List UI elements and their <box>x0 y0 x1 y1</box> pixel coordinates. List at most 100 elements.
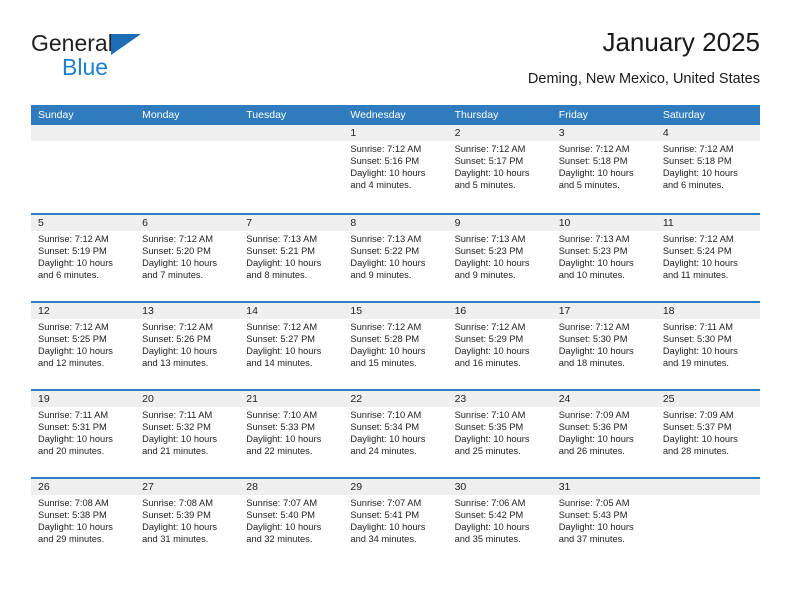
weekday-header-wednesday: Wednesday <box>350 109 406 121</box>
day-details: Sunrise: 7:12 AM Sunset: 5:19 PM Daylight:… <box>31 231 135 282</box>
calendar-day-cell[interactable]: 7 Sunrise: 7:13 AM Sunset: 5:21 PM Daylight… <box>239 215 344 301</box>
day-details: Sunrise: 7:12 AM Sunset: 5:18 PM Daylight:… <box>552 141 656 192</box>
calendar-week-row: 12 Sunrise: 7:12 AM Sunset: 5:25 PM Dayligh… <box>31 301 760 389</box>
daylight-text-line1: Daylight: 10 hours <box>558 521 634 532</box>
calendar-day-cell[interactable]: 4 Sunrise: 7:12 AM Sunset: 5:18 PM Daylight… <box>655 125 760 213</box>
sunrise-text: Sunrise: 7:13 AM <box>454 234 526 244</box>
day-details: Sunrise: 7:12 AM Sunset: 5:30 PM Daylight:… <box>552 319 656 370</box>
sunrise-text: Sunrise: 7:12 AM <box>246 322 318 332</box>
day-number: 9 <box>447 215 552 231</box>
daylight-text-line2: and 25 minutes. <box>454 445 521 456</box>
sunrise-text: Sunrise: 7:10 AM <box>350 410 422 420</box>
day-details: Sunrise: 7:08 AM Sunset: 5:39 PM Daylight:… <box>135 495 239 546</box>
daylight-text-line2: and 10 minutes. <box>558 269 625 280</box>
daylight-text-line1: Daylight: 10 hours <box>350 345 426 356</box>
day-number: 21 <box>239 391 344 407</box>
day-number: 23 <box>447 391 552 407</box>
weekday-header-tuesday: Tuesday <box>246 109 287 121</box>
day-details: Sunrise: 7:12 AM Sunset: 5:29 PM Daylight:… <box>448 319 552 370</box>
calendar-day-cell[interactable]: 8 Sunrise: 7:13 AM Sunset: 5:22 PM Daylight… <box>343 215 448 301</box>
daylight-text-line1: Daylight: 10 hours <box>142 257 218 268</box>
calendar-day-cell[interactable]: 20 Sunrise: 7:11 AM Sunset: 5:32 PM Dayligh… <box>135 391 240 477</box>
sunrise-text: Sunrise: 7:12 AM <box>558 144 630 154</box>
calendar-day-cell-empty <box>135 125 240 213</box>
sunset-text: Sunset: 5:37 PM <box>662 421 732 432</box>
daylight-text-line2: and 14 minutes. <box>246 357 313 368</box>
sunset-text: Sunset: 5:23 PM <box>454 245 524 256</box>
calendar-day-cell[interactable]: 1 Sunrise: 7:12 AM Sunset: 5:16 PM Daylight… <box>343 125 448 213</box>
sunset-text: Sunset: 5:43 PM <box>558 509 628 520</box>
daylight-text-line1: Daylight: 10 hours <box>350 521 426 532</box>
calendar-day-cell[interactable]: 28 Sunrise: 7:07 AM Sunset: 5:40 PM Dayligh… <box>239 479 344 565</box>
sunrise-text: Sunrise: 7:07 AM <box>246 498 318 508</box>
daylight-text-line2: and 9 minutes. <box>454 269 516 280</box>
calendar-day-cell[interactable]: 9 Sunrise: 7:13 AM Sunset: 5:23 PM Daylight… <box>447 215 552 301</box>
day-details: Sunrise: 7:12 AM Sunset: 5:27 PM Daylight:… <box>239 319 343 370</box>
day-number: 26 <box>31 479 136 495</box>
calendar-day-cell[interactable]: 12 Sunrise: 7:12 AM Sunset: 5:25 PM Dayligh… <box>31 303 136 389</box>
daylight-text-line2: and 21 minutes. <box>142 445 209 456</box>
day-number: 18 <box>655 303 760 319</box>
calendar-day-cell[interactable]: 13 Sunrise: 7:12 AM Sunset: 5:26 PM Dayligh… <box>135 303 240 389</box>
daylight-text-line1: Daylight: 10 hours <box>558 257 634 268</box>
daylight-text-line1: Daylight: 10 hours <box>454 345 530 356</box>
sunset-text: Sunset: 5:30 PM <box>558 333 628 344</box>
calendar-day-cell[interactable]: 29 Sunrise: 7:07 AM Sunset: 5:41 PM Dayligh… <box>343 479 448 565</box>
sunrise-text: Sunrise: 7:08 AM <box>38 498 109 508</box>
calendar-day-cell[interactable]: 16 Sunrise: 7:12 AM Sunset: 5:29 PM Dayligh… <box>447 303 552 389</box>
calendar-day-cell[interactable]: 26 Sunrise: 7:08 AM Sunset: 5:38 PM Dayligh… <box>31 479 136 565</box>
calendar-day-cell[interactable]: 25 Sunrise: 7:09 AM Sunset: 5:37 PM Dayligh… <box>655 391 760 477</box>
calendar-day-cell[interactable]: 2 Sunrise: 7:12 AM Sunset: 5:17 PM Daylight… <box>447 125 552 213</box>
calendar-day-cell[interactable]: 27 Sunrise: 7:08 AM Sunset: 5:39 PM Dayligh… <box>135 479 240 565</box>
daylight-text-line2: and 12 minutes. <box>38 357 105 368</box>
calendar-week-row: 1 Sunrise: 7:12 AM Sunset: 5:16 PM Daylight… <box>31 125 760 213</box>
calendar-day-cell[interactable]: 14 Sunrise: 7:12 AM Sunset: 5:27 PM Dayligh… <box>239 303 344 389</box>
calendar-day-cell[interactable]: 10 Sunrise: 7:13 AM Sunset: 5:23 PM Dayligh… <box>551 215 656 301</box>
daylight-text-line2: and 9 minutes. <box>350 269 412 280</box>
calendar-day-cell[interactable]: 18 Sunrise: 7:11 AM Sunset: 5:30 PM Dayligh… <box>655 303 760 389</box>
daylight-text-line2: and 4 minutes. <box>350 179 412 190</box>
daylight-text-line1: Daylight: 10 hours <box>662 345 738 356</box>
calendar-day-cell[interactable]: 30 Sunrise: 7:06 AM Sunset: 5:42 PM Dayligh… <box>447 479 552 565</box>
calendar-day-cell[interactable]: 11 Sunrise: 7:12 AM Sunset: 5:24 PM Dayligh… <box>655 215 760 301</box>
calendar-day-cell[interactable]: 17 Sunrise: 7:12 AM Sunset: 5:30 PM Dayligh… <box>551 303 656 389</box>
calendar-day-cell[interactable]: 31 Sunrise: 7:05 AM Sunset: 5:43 PM Dayligh… <box>551 479 656 565</box>
sunrise-text: Sunrise: 7:11 AM <box>662 322 733 332</box>
sunset-text: Sunset: 5:23 PM <box>558 245 628 256</box>
calendar-day-cell[interactable]: 23 Sunrise: 7:10 AM Sunset: 5:35 PM Dayligh… <box>447 391 552 477</box>
daylight-text-line1: Daylight: 10 hours <box>246 257 322 268</box>
daylight-text-line1: Daylight: 10 hours <box>662 433 738 444</box>
calendar-day-cell[interactable]: 3 Sunrise: 7:12 AM Sunset: 5:18 PM Daylight… <box>551 125 656 213</box>
calendar-day-cell[interactable]: 6 Sunrise: 7:12 AM Sunset: 5:20 PM Daylight… <box>135 215 240 301</box>
calendar-day-cell[interactable]: 21 Sunrise: 7:10 AM Sunset: 5:33 PM Dayligh… <box>239 391 344 477</box>
day-details: Sunrise: 7:10 AM Sunset: 5:34 PM Daylight:… <box>343 407 447 458</box>
day-details: Sunrise: 7:07 AM Sunset: 5:41 PM Daylight:… <box>343 495 447 546</box>
calendar-day-cell[interactable]: 5 Sunrise: 7:12 AM Sunset: 5:19 PM Daylight… <box>31 215 136 301</box>
day-details: Sunrise: 7:12 AM Sunset: 5:28 PM Daylight:… <box>343 319 447 370</box>
day-number <box>655 479 760 495</box>
daylight-text-line2: and 37 minutes. <box>558 533 625 544</box>
sunrise-text: Sunrise: 7:12 AM <box>38 322 109 332</box>
calendar-week-row: 5 Sunrise: 7:12 AM Sunset: 5:19 PM Daylight… <box>31 213 760 301</box>
day-number: 28 <box>239 479 344 495</box>
calendar-day-cell[interactable]: 22 Sunrise: 7:10 AM Sunset: 5:34 PM Dayligh… <box>343 391 448 477</box>
day-number: 8 <box>343 215 448 231</box>
sunset-text: Sunset: 5:24 PM <box>662 245 732 256</box>
calendar-day-cell[interactable]: 15 Sunrise: 7:12 AM Sunset: 5:28 PM Dayligh… <box>343 303 448 389</box>
general-blue-logo[interactable]: General Blue <box>31 32 231 88</box>
calendar-page: General Blue January 2025 Deming, New Me… <box>0 0 792 612</box>
calendar-day-cell[interactable]: 19 Sunrise: 7:11 AM Sunset: 5:31 PM Dayligh… <box>31 391 136 477</box>
sunrise-text: Sunrise: 7:12 AM <box>662 144 734 154</box>
daylight-text-line1: Daylight: 10 hours <box>142 433 218 444</box>
sunset-text: Sunset: 5:36 PM <box>558 421 628 432</box>
sunset-text: Sunset: 5:19 PM <box>38 245 107 256</box>
sunrise-text: Sunrise: 7:11 AM <box>142 410 213 420</box>
calendar-day-cell-empty <box>239 125 344 213</box>
day-number: 11 <box>655 215 760 231</box>
calendar-day-cell[interactable]: 24 Sunrise: 7:09 AM Sunset: 5:36 PM Dayligh… <box>551 391 656 477</box>
daylight-text-line2: and 8 minutes. <box>246 269 308 280</box>
calendar-week-row: 19 Sunrise: 7:11 AM Sunset: 5:31 PM Dayligh… <box>31 389 760 477</box>
sunset-text: Sunset: 5:20 PM <box>142 245 211 256</box>
day-details: Sunrise: 7:11 AM Sunset: 5:32 PM Daylight:… <box>135 407 239 458</box>
weekday-header-saturday: Saturday <box>662 109 705 121</box>
